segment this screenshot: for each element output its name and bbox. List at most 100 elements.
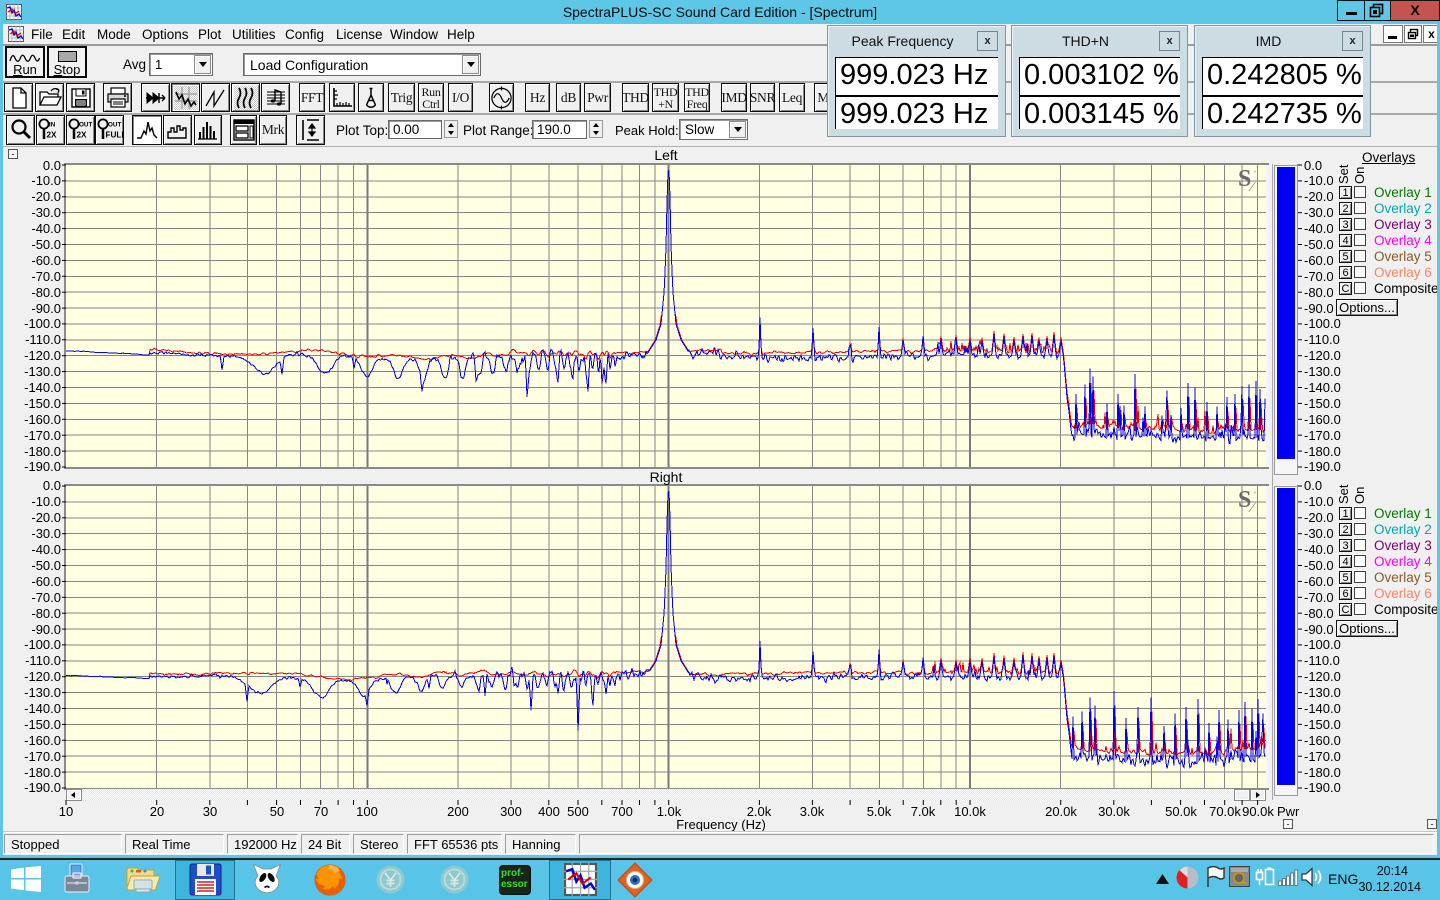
svg-text:30.0k: 30.0k [1098, 804, 1130, 819]
svg-text:7.0k: 7.0k [911, 804, 936, 819]
svg-text:-110.0: -110.0 [1304, 653, 1340, 668]
svg-text:-160.0: -160.0 [24, 412, 61, 427]
svg-text:700: 700 [611, 804, 633, 819]
svg-text:20.0k: 20.0k [1045, 804, 1077, 819]
svg-text:-50.0: -50.0 [1304, 237, 1334, 252]
svg-text:-140.0: -140.0 [1304, 380, 1341, 395]
svg-text:-60.0: -60.0 [31, 253, 61, 268]
svg-text:-130.0: -130.0 [24, 685, 61, 700]
svg-text:200: 200 [447, 804, 469, 819]
svg-text:-190.0: -190.0 [24, 459, 61, 474]
svg-text:-150.0: -150.0 [24, 717, 61, 732]
svg-text:-40.0: -40.0 [1304, 221, 1334, 236]
svg-text:-140.0: -140.0 [1304, 701, 1341, 716]
svg-text:-140.0: -140.0 [24, 701, 61, 716]
svg-text:-160.0: -160.0 [1304, 733, 1341, 748]
svg-text:-180.0: -180.0 [1304, 765, 1341, 780]
svg-text:0.0: 0.0 [43, 158, 61, 173]
svg-text:ˈ: ˈ [1253, 489, 1257, 503]
svg-text:Frequency (Hz): Frequency (Hz) [676, 817, 766, 832]
svg-text:-10.0: -10.0 [1304, 173, 1334, 188]
svg-text:-130.0: -130.0 [1304, 685, 1341, 700]
svg-text:-60.0: -60.0 [31, 574, 61, 589]
svg-text:400: 400 [538, 804, 560, 819]
svg-text:-60.0: -60.0 [1304, 253, 1334, 268]
svg-text:0.0: 0.0 [43, 478, 61, 493]
svg-text:Right: Right [650, 469, 683, 485]
svg-text:300: 300 [500, 804, 522, 819]
svg-text:-30.0: -30.0 [1304, 205, 1334, 220]
svg-text:-110.0: -110.0 [25, 653, 61, 668]
svg-text:-120.0: -120.0 [24, 669, 61, 684]
svg-text:-170.0: -170.0 [24, 428, 61, 443]
svg-text:-10.0: -10.0 [31, 494, 61, 509]
svg-text:-50.0: -50.0 [1304, 558, 1334, 573]
svg-text:50: 50 [270, 804, 284, 819]
svg-text:-130.0: -130.0 [24, 364, 61, 379]
svg-text:-90.0: -90.0 [1304, 301, 1334, 316]
svg-text:-40.0: -40.0 [1304, 542, 1334, 557]
svg-text:-120.0: -120.0 [24, 348, 61, 363]
svg-text:-160.0: -160.0 [24, 733, 61, 748]
svg-text:70: 70 [314, 804, 328, 819]
svg-text:20: 20 [150, 804, 164, 819]
svg-text:-80.0: -80.0 [31, 285, 61, 300]
svg-text:-20.0: -20.0 [1304, 189, 1334, 204]
svg-text:500: 500 [567, 804, 589, 819]
svg-text:-30.0: -30.0 [31, 205, 61, 220]
svg-text:-180.0: -180.0 [24, 444, 61, 459]
svg-text:50.0k: 50.0k [1165, 804, 1197, 819]
svg-text:-140.0: -140.0 [24, 380, 61, 395]
svg-text:-70.0: -70.0 [31, 269, 61, 284]
svg-text:-90.0: -90.0 [31, 301, 61, 316]
svg-text:-130.0: -130.0 [1304, 364, 1341, 379]
svg-text:-150.0: -150.0 [24, 396, 61, 411]
svg-text:-100.0: -100.0 [24, 316, 61, 331]
svg-text:-70.0: -70.0 [31, 590, 61, 605]
svg-text:-40.0: -40.0 [31, 542, 61, 557]
svg-text:10: 10 [59, 804, 73, 819]
svg-text:-30.0: -30.0 [31, 526, 61, 541]
svg-text:-180.0: -180.0 [1304, 444, 1341, 459]
svg-text:-110.0: -110.0 [1304, 332, 1340, 347]
svg-text:0.0: 0.0 [1304, 478, 1322, 493]
svg-text:-180.0: -180.0 [24, 765, 61, 780]
svg-text:-100.0: -100.0 [1304, 316, 1341, 331]
svg-text:-80.0: -80.0 [31, 606, 61, 621]
svg-text:-120.0: -120.0 [1304, 348, 1341, 363]
svg-text:5.0k: 5.0k [867, 804, 892, 819]
svg-text:-70.0: -70.0 [1304, 269, 1334, 284]
svg-text:3.0k: 3.0k [800, 804, 825, 819]
svg-text:-150.0: -150.0 [1304, 396, 1341, 411]
svg-text:-190.0: -190.0 [1304, 459, 1341, 474]
svg-text:-50.0: -50.0 [31, 558, 61, 573]
svg-text:-20.0: -20.0 [31, 189, 61, 204]
svg-text:-80.0: -80.0 [1304, 285, 1334, 300]
svg-text:ˈ: ˈ [1253, 168, 1257, 182]
svg-text:0.0: 0.0 [1304, 158, 1322, 173]
svg-text:-80.0: -80.0 [1304, 606, 1334, 621]
svg-text:100: 100 [356, 804, 378, 819]
svg-text:-90.0: -90.0 [1304, 622, 1334, 637]
svg-text:10.0k: 10.0k [954, 804, 986, 819]
svg-text:30: 30 [203, 804, 217, 819]
svg-text:-10.0: -10.0 [31, 173, 61, 188]
svg-text:-120.0: -120.0 [1304, 669, 1341, 684]
svg-text:S: S [1238, 166, 1251, 192]
svg-text:Pwr: Pwr [1277, 804, 1300, 819]
svg-text:90.0k: 90.0k [1242, 804, 1274, 819]
svg-text:-60.0: -60.0 [1304, 574, 1334, 589]
svg-text:-100.0: -100.0 [1304, 637, 1341, 652]
svg-text:-50.0: -50.0 [31, 237, 61, 252]
svg-text:-40.0: -40.0 [31, 221, 61, 236]
svg-text:-170.0: -170.0 [24, 749, 61, 764]
svg-text:-90.0: -90.0 [31, 622, 61, 637]
svg-text:S: S [1238, 487, 1251, 513]
svg-text:-10.0: -10.0 [1304, 494, 1334, 509]
svg-text:70.0k: 70.0k [1209, 804, 1241, 819]
svg-text:-190.0: -190.0 [1304, 780, 1341, 795]
svg-text:-150.0: -150.0 [1304, 717, 1341, 732]
svg-text:-170.0: -170.0 [1304, 749, 1341, 764]
svg-text:-20.0: -20.0 [31, 510, 61, 525]
svg-text:-190.0: -190.0 [24, 780, 61, 795]
